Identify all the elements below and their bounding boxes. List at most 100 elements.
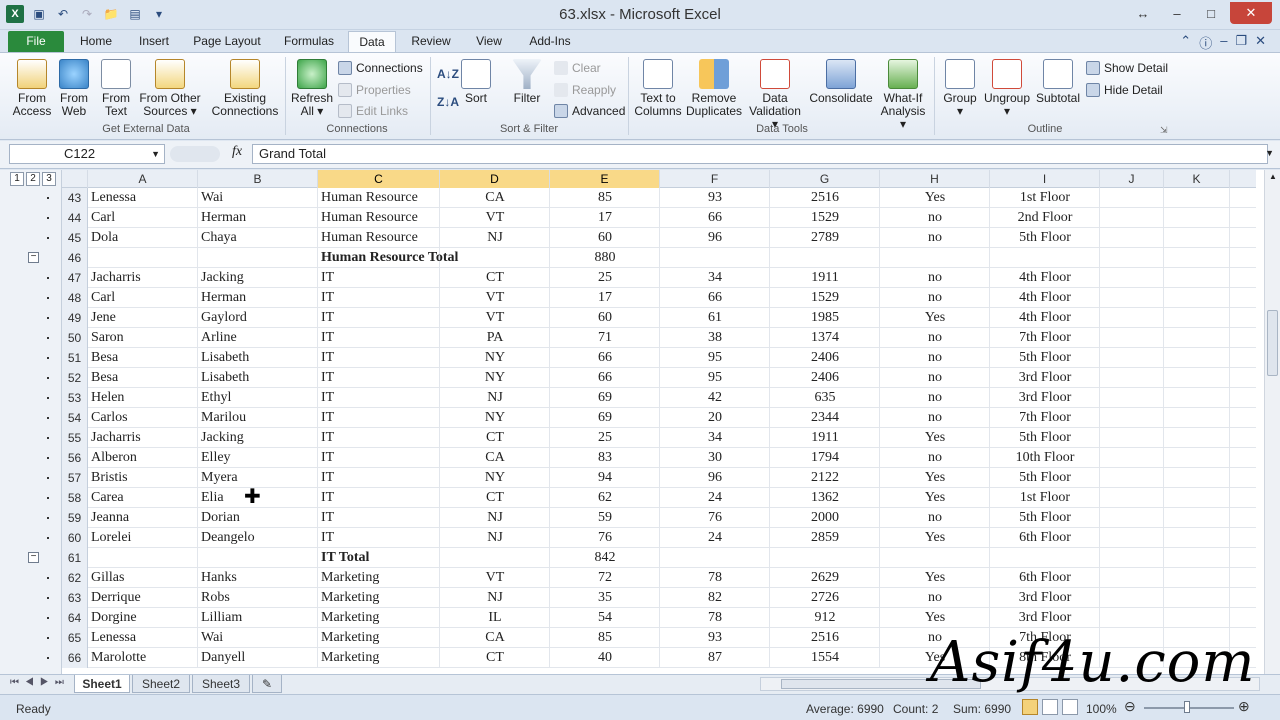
page-break-view-icon[interactable] [1062, 699, 1078, 715]
cell-a[interactable]: Gillas [88, 568, 198, 588]
collapse-group-button[interactable]: − [28, 252, 39, 263]
cell-i[interactable]: 5th Floor [990, 348, 1100, 368]
cell-g[interactable]: 2726 [770, 588, 880, 608]
from-text-button[interactable]: From Text [96, 59, 136, 118]
cell-c[interactable]: Human Resource [318, 188, 440, 208]
cell-g[interactable]: 1529 [770, 208, 880, 228]
cell-b[interactable]: Wai [198, 188, 318, 208]
edit-links-button[interactable]: Edit Links [338, 102, 408, 120]
dialog-launcher-icon[interactable]: ⇲ [1160, 125, 1168, 136]
row-header[interactable]: 64 [62, 608, 88, 628]
cell-e[interactable]: 66 [550, 368, 660, 388]
cell-a[interactable]: Helen [88, 388, 198, 408]
row-header[interactable]: 47 [62, 268, 88, 288]
cell-c[interactable]: Marketing [318, 628, 440, 648]
cell-c[interactable]: IT Total [318, 548, 440, 568]
cell-e[interactable]: 83 [550, 448, 660, 468]
cell-g[interactable]: 2789 [770, 228, 880, 248]
cell-c[interactable]: IT [318, 388, 440, 408]
cell-e[interactable]: 62 [550, 488, 660, 508]
advanced-button[interactable]: Advanced [554, 102, 625, 120]
subtotal-button[interactable]: Subtotal [1034, 59, 1082, 105]
tab-home[interactable]: Home [70, 31, 122, 52]
cell-g[interactable]: 2516 [770, 188, 880, 208]
cell-b[interactable]: Jacking [198, 428, 318, 448]
minimize-button[interactable]: – [1162, 2, 1192, 24]
name-box-dropdown-icon[interactable]: ▼ [151, 145, 160, 163]
cell-c[interactable]: IT [318, 448, 440, 468]
cell-g[interactable]: 2406 [770, 348, 880, 368]
cell-h[interactable]: no [880, 448, 990, 468]
cell-e[interactable]: 60 [550, 308, 660, 328]
tab-page-layout[interactable]: Page Layout [186, 31, 268, 52]
cell-e[interactable]: 76 [550, 528, 660, 548]
cell-c[interactable]: Marketing [318, 568, 440, 588]
from-other-sources-button[interactable]: From Other Sources ▾ [138, 59, 202, 118]
cell-h[interactable]: no [880, 388, 990, 408]
cell-e[interactable]: 880 [550, 248, 660, 268]
cell-c[interactable]: Human Resource Total [318, 248, 458, 268]
cell-g[interactable]: 2859 [770, 528, 880, 548]
cell-e[interactable]: 25 [550, 428, 660, 448]
cell-f[interactable]: 78 [660, 568, 770, 588]
zoom-level[interactable]: 100% [1086, 702, 1117, 716]
doc-restore-icon[interactable]: ❐ [1235, 33, 1247, 52]
outline-level-2-button[interactable]: 2 [26, 172, 40, 186]
group-button[interactable]: Group ▾ [940, 59, 980, 118]
cell-a[interactable]: Marolotte [88, 648, 198, 668]
cell-h[interactable]: Yes [880, 468, 990, 488]
cell-e[interactable]: 85 [550, 188, 660, 208]
cell-g[interactable]: 2344 [770, 408, 880, 428]
cell-f[interactable]: 42 [660, 388, 770, 408]
properties-button[interactable]: Properties [338, 81, 411, 99]
cell-g[interactable]: 635 [770, 388, 880, 408]
cell-c[interactable]: IT [318, 308, 440, 328]
select-all-corner[interactable] [62, 170, 88, 188]
cell-f[interactable]: 34 [660, 428, 770, 448]
cell-f[interactable]: 95 [660, 368, 770, 388]
zoom-in-icon[interactable]: ⊕ [1238, 698, 1250, 715]
row-header[interactable]: 61 [62, 548, 88, 568]
cell-a[interactable]: Carlos [88, 408, 198, 428]
cell-i[interactable]: 5th Floor [990, 508, 1100, 528]
cell-d[interactable]: NJ [440, 228, 550, 248]
row-header[interactable]: 56 [62, 448, 88, 468]
column-header-g[interactable]: G [770, 170, 880, 188]
cell-c[interactable]: IT [318, 508, 440, 528]
cell-d[interactable]: NY [440, 348, 550, 368]
cell-h[interactable]: Yes [880, 188, 990, 208]
spreadsheet-grid[interactable]: 1 2 3 − − ABCDEFGHIJK 43 Lenessa Wai Human R… [0, 170, 1280, 674]
from-web-button[interactable]: From Web [54, 59, 94, 118]
cell-h[interactable]: no [880, 348, 990, 368]
cell-d[interactable]: CA [440, 188, 550, 208]
collapse-group-button[interactable]: − [28, 552, 39, 563]
cell-a[interactable]: Jacharris [88, 428, 198, 448]
row-header[interactable]: 54 [62, 408, 88, 428]
cell-b[interactable]: Hanks [198, 568, 318, 588]
cell-d[interactable]: CA [440, 628, 550, 648]
cell-i[interactable]: 4th Floor [990, 288, 1100, 308]
cell-f[interactable]: 34 [660, 268, 770, 288]
cell-b[interactable]: Deangelo [198, 528, 318, 548]
column-header-e[interactable]: E [550, 170, 660, 188]
close-button[interactable]: ✕ [1230, 2, 1272, 24]
cell-d[interactable]: NJ [440, 528, 550, 548]
cell-e[interactable]: 40 [550, 648, 660, 668]
cell-i[interactable]: 6th Floor [990, 528, 1100, 548]
cell-i[interactable]: 4th Floor [990, 308, 1100, 328]
cell-e[interactable]: 59 [550, 508, 660, 528]
cell-h[interactable]: Yes [880, 528, 990, 548]
cell-f[interactable]: 30 [660, 448, 770, 468]
cell-f[interactable]: 96 [660, 228, 770, 248]
tab-review[interactable]: Review [404, 31, 458, 52]
cell-d[interactable]: NY [440, 468, 550, 488]
cell-a[interactable]: Lenessa [88, 188, 198, 208]
row-header[interactable]: 52 [62, 368, 88, 388]
cell-c[interactable]: IT [318, 288, 440, 308]
cell-d[interactable]: CT [440, 488, 550, 508]
doc-minimize-icon[interactable]: – [1220, 33, 1227, 52]
consolidate-button[interactable]: Consolidate [808, 59, 874, 105]
sheet-nav-icons[interactable]: ⏮◀▶⏭ [10, 677, 70, 688]
cell-d[interactable]: NJ [440, 508, 550, 528]
column-header-f[interactable]: F [660, 170, 770, 188]
